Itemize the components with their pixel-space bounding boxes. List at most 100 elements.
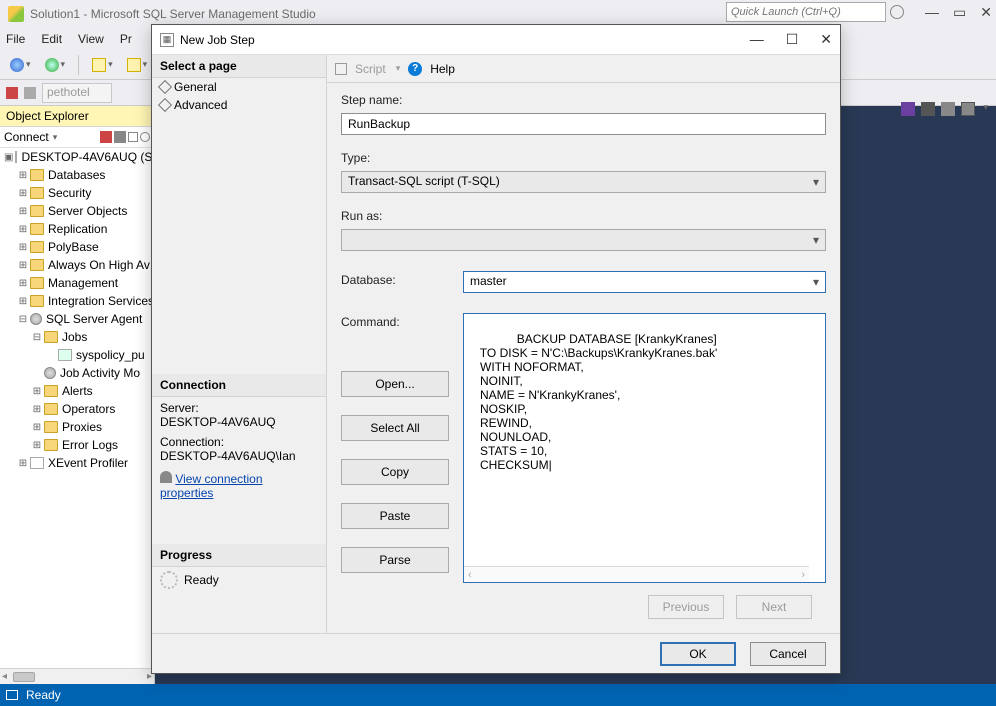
dialog-content: Script ▾ ? Help Step name: Type: Transac… xyxy=(327,55,840,633)
tree-activity-monitor[interactable]: Job Activity Mo xyxy=(60,366,140,380)
quick-launch-input[interactable] xyxy=(726,2,886,22)
ssms-icon xyxy=(8,6,24,22)
step-name-label: Step name: xyxy=(341,93,826,107)
status-icon xyxy=(6,690,18,700)
window-icon[interactable] xyxy=(961,102,975,116)
next-button: Next xyxy=(736,595,812,619)
object-explorer-toolbar: Connect▾ xyxy=(0,127,154,148)
stop-icon[interactable] xyxy=(114,131,126,143)
tree-xevent[interactable]: XEvent Profiler xyxy=(48,456,128,470)
dialog-titlebar: ▦ New Job Step — ☐ ✕ xyxy=(152,25,840,55)
copy-button[interactable]: Copy xyxy=(341,459,449,485)
tree-replication[interactable]: Replication xyxy=(48,222,107,236)
toolbar-overflow[interactable]: ▾ xyxy=(981,102,988,116)
dialog-title: New Job Step xyxy=(180,33,255,47)
previous-button: Previous xyxy=(648,595,724,619)
connection-header: Connection xyxy=(152,374,326,397)
tree-alerts[interactable]: Alerts xyxy=(62,384,93,398)
toolbox-icon[interactable] xyxy=(901,102,915,116)
nav-fwd-button[interactable]: ▾ xyxy=(41,54,70,76)
database-combo[interactable]: pethotel xyxy=(42,83,112,103)
progress-header: Progress xyxy=(152,544,326,567)
maximize-icon[interactable]: ▭ xyxy=(953,4,966,21)
select-all-button[interactable]: Select All xyxy=(341,415,449,441)
select-page-header: Select a page xyxy=(152,55,326,78)
view-connection-link[interactable]: View connection properties xyxy=(160,472,263,500)
database-label: Database: xyxy=(341,271,449,293)
script-icon xyxy=(335,63,347,75)
connect-button[interactable]: Connect xyxy=(4,130,49,144)
tree-security[interactable]: Security xyxy=(48,186,91,200)
hammer-icon[interactable] xyxy=(24,87,36,99)
page-advanced[interactable]: Advanced xyxy=(152,96,326,114)
close-icon[interactable]: ✕ xyxy=(980,4,992,21)
new-job-step-dialog: ▦ New Job Step — ☐ ✕ Select a page Gener… xyxy=(151,24,841,674)
script-dropdown[interactable]: ▾ xyxy=(394,63,401,74)
connection-value: DESKTOP-4AV6AUQ\Ian xyxy=(160,449,318,463)
command-textarea[interactable]: BACKUP DATABASE [KrankyKranes] TO DISK =… xyxy=(463,313,826,583)
dialog-close-icon[interactable]: ✕ xyxy=(820,31,832,48)
minimize-icon[interactable]: — xyxy=(925,4,939,21)
menu-project[interactable]: Pr xyxy=(120,32,132,46)
step-name-input[interactable] xyxy=(341,113,826,135)
tree-hscroll[interactable]: ◂▸ xyxy=(0,668,154,684)
cancel-button[interactable]: Cancel xyxy=(750,642,826,666)
tree-jobs[interactable]: Jobs xyxy=(62,330,87,344)
folder-icon[interactable] xyxy=(941,102,955,116)
menu-view[interactable]: View xyxy=(78,32,104,46)
page-general[interactable]: General xyxy=(152,78,326,96)
object-explorer-title: Object Explorer xyxy=(0,106,154,127)
server-value: DESKTOP-4AV6AUQ xyxy=(160,415,318,429)
search-icon[interactable] xyxy=(890,5,904,19)
script-button[interactable]: Script xyxy=(355,62,386,76)
dialog-icon: ▦ xyxy=(160,33,174,47)
tree-operators[interactable]: Operators xyxy=(62,402,115,416)
ok-button[interactable]: OK xyxy=(660,642,736,666)
object-explorer: Object Explorer Connect▾ ▣DESKTOP-4AV6AU… xyxy=(0,106,155,684)
parse-button[interactable]: Parse xyxy=(341,547,449,573)
statusbar: Ready xyxy=(0,684,996,706)
app-title: Solution1 - Microsoft SQL Server Managem… xyxy=(30,7,316,21)
progress-status: Ready xyxy=(184,573,219,587)
type-select[interactable]: Transact-SQL script (T-SQL) xyxy=(341,171,826,193)
help-button[interactable]: Help xyxy=(430,62,455,76)
wrench-icon[interactable] xyxy=(921,102,935,116)
menu-file[interactable]: File xyxy=(6,32,25,46)
server-label: Server: xyxy=(160,401,318,415)
tree-error-logs[interactable]: Error Logs xyxy=(62,438,118,452)
nav-back-button[interactable]: ▾ xyxy=(6,54,35,76)
tree-sql-agent[interactable]: SQL Server Agent xyxy=(46,312,142,326)
tree-root[interactable]: DESKTOP-4AV6AUQ (SQ xyxy=(21,150,154,164)
refresh-icon[interactable] xyxy=(140,132,150,142)
tree-management[interactable]: Management xyxy=(48,276,118,290)
status-text: Ready xyxy=(26,688,61,702)
tree-integration[interactable]: Integration Services xyxy=(48,294,154,308)
tree-proxies[interactable]: Proxies xyxy=(62,420,102,434)
branch-icon[interactable] xyxy=(6,87,18,99)
open-button[interactable]: Open... xyxy=(341,371,449,397)
type-label: Type: xyxy=(341,151,826,165)
dialog-toolbar: Script ▾ ? Help xyxy=(327,55,840,83)
disconnect-icon[interactable] xyxy=(100,131,112,143)
runas-label: Run as: xyxy=(341,209,826,223)
paste-button[interactable]: Paste xyxy=(341,503,449,529)
database-select[interactable]: master xyxy=(463,271,826,293)
new-query-button[interactable]: ▾ xyxy=(88,54,117,76)
dialog-sidebar: Select a page General Advanced Connectio… xyxy=(152,55,327,633)
dialog-maximize-icon[interactable]: ☐ xyxy=(786,31,799,48)
command-hscroll[interactable]: ‹› xyxy=(464,566,809,582)
person-icon xyxy=(160,471,172,483)
dialog-minimize-icon[interactable]: — xyxy=(750,31,764,48)
progress-spinner-icon xyxy=(160,571,178,589)
tree-server-objects[interactable]: Server Objects xyxy=(48,204,127,218)
open-button[interactable]: ▾ xyxy=(123,54,152,76)
menu-edit[interactable]: Edit xyxy=(41,32,62,46)
tree-syspolicy[interactable]: syspolicy_pu xyxy=(76,348,145,362)
tree-polybase[interactable]: PolyBase xyxy=(48,240,99,254)
tree-alwayson[interactable]: Always On High Av xyxy=(48,258,150,272)
object-tree[interactable]: ▣DESKTOP-4AV6AUQ (SQ ⊞Databases ⊞Securit… xyxy=(0,148,154,668)
help-icon: ? xyxy=(408,62,422,76)
filter-icon[interactable] xyxy=(128,132,138,142)
tree-databases[interactable]: Databases xyxy=(48,168,105,182)
runas-select[interactable] xyxy=(341,229,826,251)
